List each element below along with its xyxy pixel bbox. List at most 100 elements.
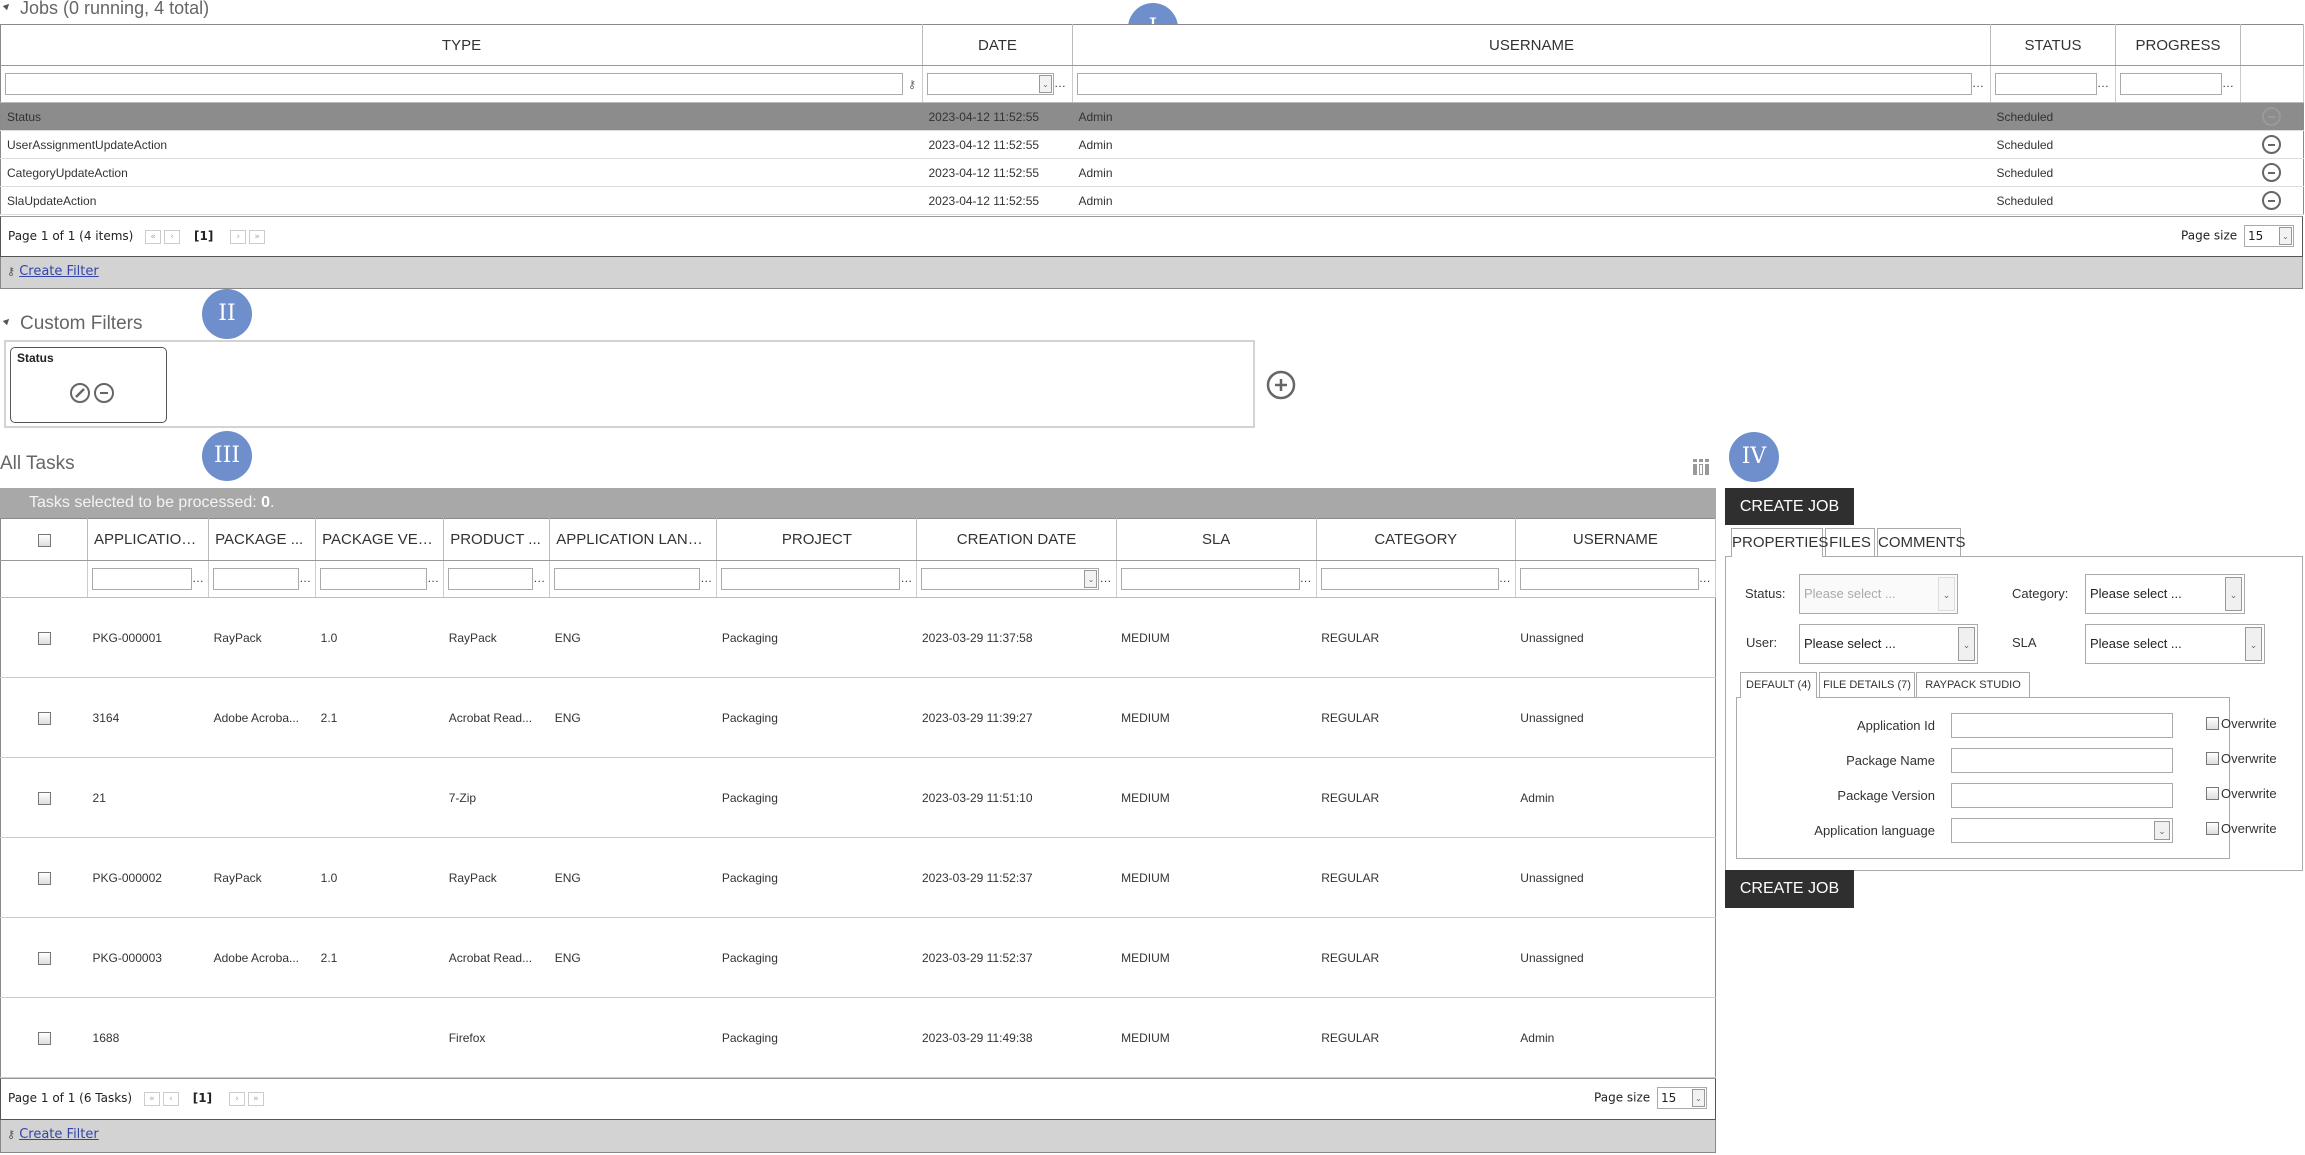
project-filter-input[interactable]	[721, 568, 901, 590]
tasks-col-package-version[interactable]: PACKAGE VER...	[315, 518, 445, 561]
tab-properties[interactable]: PROPERTIES	[1731, 528, 1828, 557]
sla-filter-input[interactable]	[1120, 568, 1300, 590]
jobs-section-title[interactable]: Jobs (0 running, 4 total)	[2, 0, 209, 19]
username-filter-input[interactable]	[1519, 568, 1699, 590]
chevron-down-icon[interactable]: ⌄	[2279, 227, 2292, 245]
overwrite-checkbox[interactable]	[2206, 787, 2219, 801]
package-name-filter-input[interactable]	[213, 568, 300, 590]
task-row[interactable]: PKG-000001 RayPack 1.0 RayPack ENG Packaging 2…	[0, 597, 1716, 678]
jobs-date-filter-select[interactable]: ⌄	[927, 73, 1054, 95]
package-version-filter-input[interactable]	[320, 568, 428, 590]
application-language-filter-input[interactable]	[554, 568, 701, 590]
filter-funnel-icon[interactable]: ⚷	[906, 78, 918, 91]
jobs-table-row[interactable]: Status 2023-04-12 11:52:55 Admin Schedul…	[0, 102, 2304, 131]
chevron-down-icon[interactable]: ⌄	[2154, 821, 2170, 840]
column-chooser-icon[interactable]	[1692, 458, 1710, 476]
task-row[interactable]: 1688 Firefox Packaging 2023-03-29 11:49:38 M…	[0, 997, 1716, 1078]
task-select-checkbox[interactable]	[37, 791, 51, 805]
package-version-overwrite[interactable]: Overwrite	[2206, 786, 2277, 801]
jobs-status-filter-input[interactable]	[1995, 73, 2097, 95]
remove-job-icon[interactable]	[2262, 135, 2282, 154]
jobs-col-type[interactable]: TYPE	[0, 24, 923, 66]
status-select[interactable]: Please select ... ⌄	[1799, 574, 1958, 614]
select-all-checkbox[interactable]	[37, 533, 51, 547]
subtab-raypack-studio[interactable]: RAYPACK STUDIO (5)	[1916, 672, 2030, 715]
package-name-input[interactable]	[1951, 748, 2173, 773]
chevron-down-icon[interactable]: ⌄	[2245, 627, 2262, 661]
product-filter-input[interactable]	[448, 568, 534, 590]
task-select-checkbox[interactable]	[37, 951, 51, 965]
tasks-col-product[interactable]: PRODUCT ...	[443, 518, 551, 561]
tasks-col-project[interactable]: PROJECT	[716, 518, 918, 561]
application-id-filter-input[interactable]	[92, 568, 193, 590]
create-job-button-bottom[interactable]: CREATE JOB	[1725, 870, 1854, 908]
application-language-select[interactable]: ⌄	[1951, 818, 2173, 843]
last-page-button[interactable]: »	[247, 1091, 264, 1106]
task-select-checkbox[interactable]	[37, 1031, 51, 1045]
creation-date-filter-select[interactable]: ⌄	[921, 568, 1100, 590]
category-filter-input[interactable]	[1320, 568, 1499, 590]
package-name-overwrite[interactable]: Overwrite	[2206, 751, 2277, 766]
jobs-progress-filter-input[interactable]	[2120, 73, 2222, 95]
chevron-down-icon[interactable]: ⌄	[1084, 570, 1098, 588]
remove-job-icon[interactable]	[2262, 163, 2282, 182]
application-language-overwrite[interactable]: Overwrite	[2206, 821, 2277, 836]
first-page-button[interactable]: «	[145, 229, 162, 244]
jobs-col-date[interactable]: DATE	[922, 24, 1073, 66]
first-page-button[interactable]: «	[143, 1091, 160, 1106]
tab-comments[interactable]: COMMENTS	[1877, 528, 1966, 556]
jobs-create-filter-link[interactable]: Create Filter	[19, 264, 99, 279]
chevron-down-icon[interactable]: ⌄	[1958, 627, 1975, 661]
tasks-col-category[interactable]: CATEGORY	[1316, 518, 1516, 561]
package-version-input[interactable]	[1951, 783, 2173, 808]
tasks-col-sla[interactable]: SLA	[1116, 518, 1317, 561]
custom-filter-card[interactable]: Status	[10, 347, 167, 423]
task-row[interactable]: 3164 Adobe Acroba... 2.1 Acrobat Read... ENG…	[0, 677, 1716, 758]
jobs-col-progress[interactable]: PROGRESS	[2115, 24, 2241, 66]
sla-select[interactable]: Please select ... ⌄	[2085, 624, 2265, 664]
jobs-table-row[interactable]: CategoryUpdateAction 2023-04-12 11:52:55…	[0, 158, 2304, 187]
add-filter-icon[interactable]	[1265, 369, 1297, 401]
tasks-col-username[interactable]: USERNAME	[1515, 518, 1717, 561]
task-select-checkbox[interactable]	[37, 631, 51, 645]
jobs-username-filter-input[interactable]	[1077, 73, 1972, 95]
tab-files[interactable]: FILES	[1825, 528, 1875, 556]
jobs-col-username[interactable]: USERNAME	[1072, 24, 1991, 66]
chevron-down-icon[interactable]: ⌄	[1692, 1089, 1705, 1107]
subtab-default[interactable]: DEFAULT (4)	[1740, 672, 1817, 698]
tasks-page-size-select[interactable]: 15 ⌄	[1657, 1087, 1707, 1109]
task-row[interactable]: 21 7-Zip Packaging 2023-03-29 11:51:10 MEDIU…	[0, 757, 1716, 838]
prev-page-button[interactable]: ‹	[164, 229, 181, 244]
next-page-button[interactable]: ›	[228, 1091, 245, 1106]
jobs-page-size-select[interactable]: 15 ⌄	[2244, 225, 2294, 247]
overwrite-checkbox[interactable]	[2206, 752, 2219, 766]
task-row[interactable]: PKG-000003 Adobe Acroba... 2.1 Acrobat Read…	[0, 917, 1716, 998]
tasks-col-package-name[interactable]: PACKAGE ...	[208, 518, 317, 561]
last-page-button[interactable]: »	[249, 229, 266, 244]
create-job-button-top[interactable]: CREATE JOB	[1725, 488, 1854, 525]
remove-filter-icon[interactable]	[93, 382, 115, 404]
prev-page-button[interactable]: ‹	[162, 1091, 179, 1106]
task-select-checkbox[interactable]	[37, 711, 51, 725]
task-row[interactable]: PKG-000002 RayPack 1.0 RayPack ENG Packaging 2…	[0, 837, 1716, 918]
chevron-down-icon[interactable]: ⌄	[1938, 577, 1955, 611]
tasks-col-creation-date[interactable]: CREATION DATE	[916, 518, 1117, 561]
tasks-col-application-language[interactable]: APPLICATION LANG...	[549, 518, 718, 561]
remove-job-icon[interactable]	[2262, 191, 2282, 210]
user-select[interactable]: Please select ... ⌄	[1799, 624, 1978, 664]
jobs-type-filter-input[interactable]	[5, 73, 903, 95]
chevron-down-icon[interactable]: ⌄	[2225, 577, 2242, 611]
custom-filters-title[interactable]: Custom Filters	[2, 313, 142, 335]
overwrite-checkbox[interactable]	[2206, 717, 2219, 731]
tasks-col-application-id[interactable]: APPLICATION...	[87, 518, 210, 561]
application-id-input[interactable]	[1951, 713, 2173, 738]
remove-job-icon[interactable]	[2262, 107, 2282, 126]
next-page-button[interactable]: ›	[230, 229, 247, 244]
overwrite-checkbox[interactable]	[2206, 822, 2219, 836]
application-id-overwrite[interactable]: Overwrite	[2206, 716, 2277, 731]
category-select[interactable]: Please select ... ⌄	[2085, 574, 2245, 614]
tasks-create-filter-link[interactable]: Create Filter	[19, 1127, 99, 1142]
jobs-table-row[interactable]: UserAssignmentUpdateAction 2023-04-12 11…	[0, 130, 2304, 159]
edit-filter-icon[interactable]	[69, 382, 91, 404]
jobs-table-row[interactable]: SlaUpdateAction 2023-04-12 11:52:55 Admi…	[0, 186, 2304, 215]
